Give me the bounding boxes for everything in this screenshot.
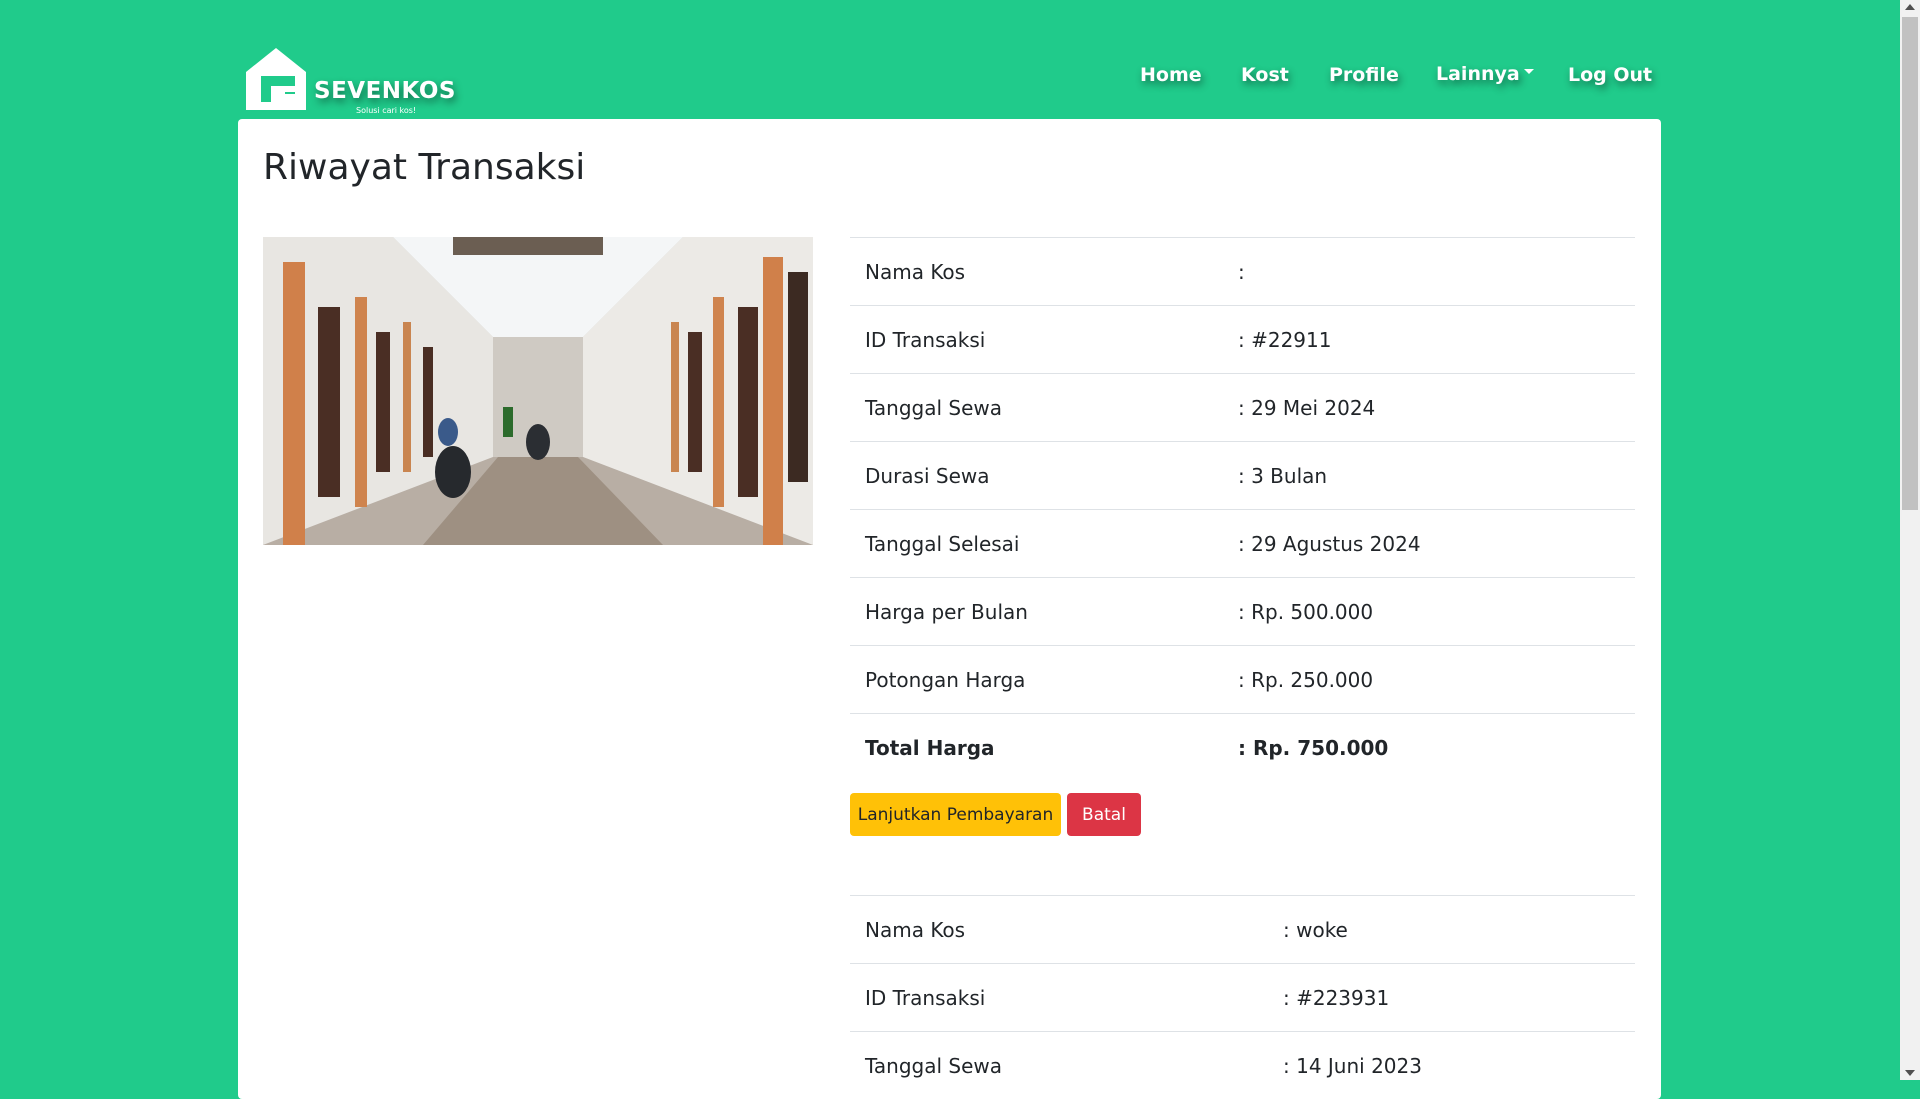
- nav-kost[interactable]: Kost: [1241, 64, 1289, 86]
- continue-payment-button[interactable]: Lanjutkan Pembayaran: [850, 793, 1061, 836]
- row-value: : #223931: [1283, 985, 1390, 1010]
- nav-home[interactable]: Home: [1140, 64, 1202, 86]
- row-value: : #22911: [1238, 327, 1332, 352]
- transaction-details-1: Nama Kos: ID Transaksi : #22911 Tanggal S…: [850, 237, 1635, 781]
- row-label: Nama Kos: [865, 917, 966, 942]
- row-label: Harga per Bulan: [865, 599, 1028, 624]
- row-label: Tanggal Sewa: [865, 1053, 1003, 1078]
- transaction-card: Riwayat Transaksi Nama Kos: ID Transaks…: [238, 119, 1661, 1099]
- row-value: : Rp. 250.000: [1238, 667, 1374, 692]
- page-title: Riwayat Transaksi: [263, 147, 586, 188]
- scrollbar-thumb[interactable]: [1902, 17, 1918, 510]
- scroll-up-icon[interactable]: [1905, 4, 1915, 10]
- table-row: Durasi Sewa : 3 Bulan: [850, 441, 1635, 509]
- table-row: Tanggal Selesai : 29 Agustus 2024: [850, 509, 1635, 577]
- row-label: Potongan Harga: [865, 667, 1026, 692]
- row-label: Nama Kos: [865, 259, 966, 284]
- row-label: Total Harga: [865, 735, 995, 760]
- kos-photo: [263, 237, 813, 545]
- row-value: :: [1238, 259, 1245, 284]
- row-label: ID Transaksi: [865, 985, 986, 1010]
- table-row: Tanggal Sewa : 29 Mei 2024: [850, 373, 1635, 441]
- total-row: Total Harga : Rp. 750.000: [850, 713, 1635, 781]
- row-value: : woke: [1283, 917, 1348, 942]
- row-label: Tanggal Sewa: [865, 395, 1003, 420]
- nav-lainnya-label: Lainnya: [1436, 63, 1520, 85]
- table-row: ID Transaksi : #22911: [850, 305, 1635, 373]
- row-label: Tanggal Selesai: [865, 531, 1020, 556]
- row-value: : Rp. 500.000: [1238, 599, 1374, 624]
- brand-tagline: Solusi cari kos!: [356, 106, 417, 115]
- row-value: : 29 Agustus 2024: [1238, 531, 1421, 556]
- vertical-scrollbar[interactable]: [1900, 0, 1920, 1080]
- house-logo-icon: [246, 48, 306, 110]
- table-row: ID Transaksi : #223931: [850, 963, 1635, 1031]
- row-label: Durasi Sewa: [865, 463, 990, 488]
- brand-logo[interactable]: SEVENKOS Solusi cari kos!: [244, 46, 464, 120]
- scroll-down-icon[interactable]: [1905, 1070, 1915, 1076]
- cancel-button[interactable]: Batal: [1067, 793, 1141, 836]
- table-row: Tanggal Sewa : 14 Juni 2023: [850, 1031, 1635, 1099]
- nav-profile[interactable]: Profile: [1329, 64, 1399, 86]
- brand-name: SEVENKOS: [314, 78, 456, 104]
- row-value: : Rp. 750.000: [1238, 735, 1389, 760]
- nav-logout[interactable]: Log Out: [1568, 64, 1652, 86]
- table-row: Harga per Bulan : Rp. 500.000: [850, 577, 1635, 645]
- table-row: Potongan Harga : Rp. 250.000: [850, 645, 1635, 713]
- nav-lainnya-dropdown[interactable]: Lainnya: [1436, 63, 1534, 85]
- row-value: : 14 Juni 2023: [1283, 1053, 1422, 1078]
- row-value: : 3 Bulan: [1238, 463, 1328, 488]
- row-value: : 29 Mei 2024: [1238, 395, 1376, 420]
- row-label: ID Transaksi: [865, 327, 986, 352]
- chevron-down-icon: [1523, 69, 1534, 74]
- table-row: Nama Kos:: [850, 237, 1635, 305]
- table-row: Nama Kos : woke: [850, 895, 1635, 963]
- transaction-details-2: Nama Kos : woke ID Transaksi : #223931 Tan…: [850, 895, 1635, 1099]
